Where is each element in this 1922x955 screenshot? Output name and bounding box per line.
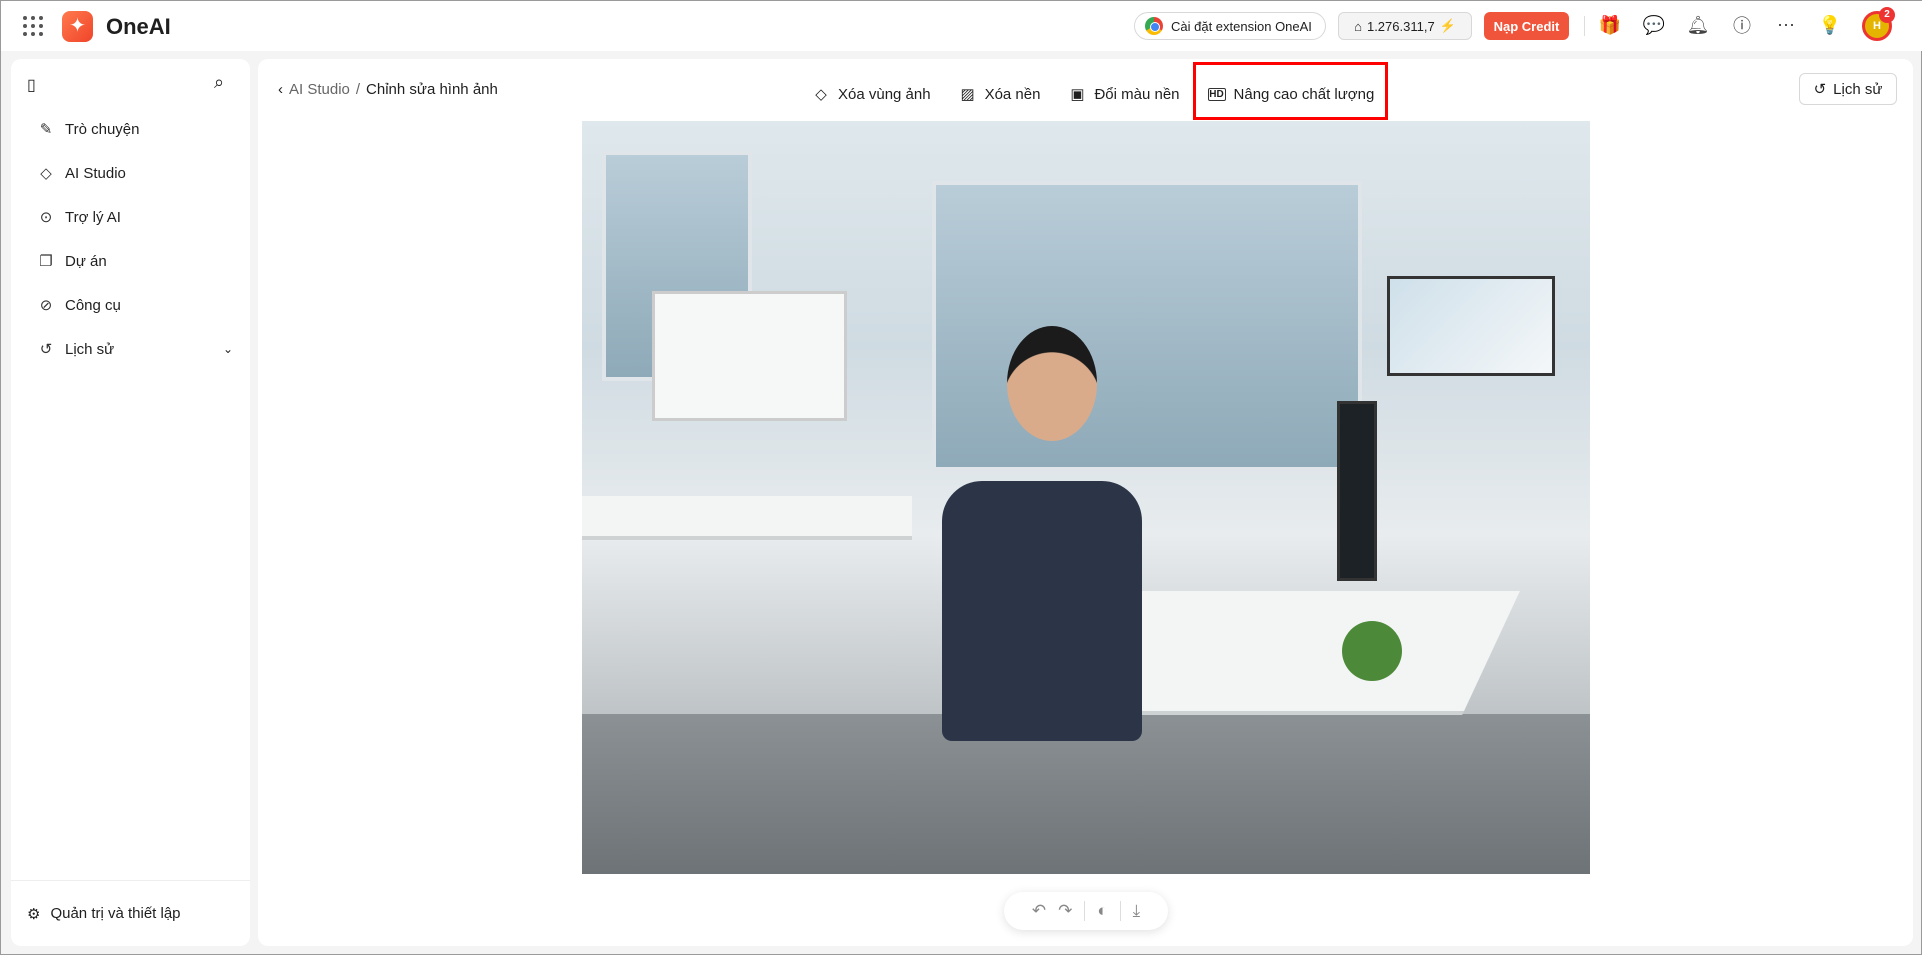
bot-icon: ⊙ xyxy=(39,209,53,226)
back-chevron-icon[interactable]: ‹ xyxy=(278,81,283,98)
tool-change-background-color[interactable]: ▣ Đổi màu nền xyxy=(1054,79,1193,109)
sidebar-item-tools[interactable]: ⊘ Công cụ xyxy=(25,290,239,320)
idea-icon[interactable]: 💡 xyxy=(1818,13,1842,37)
breadcrumb-parent[interactable]: AI Studio xyxy=(289,81,350,98)
hatch-icon: ▨ xyxy=(960,86,975,103)
history-label: Lịch sử xyxy=(1833,80,1883,98)
install-extension-button[interactable]: Cài đặt extension OneAI xyxy=(1134,12,1326,40)
sidebar-item-label: Lịch sử xyxy=(65,340,115,358)
image-controls: ↶ ↷ ◐ ⤓ xyxy=(1004,892,1168,930)
bolt-icon: ⚡ xyxy=(1439,18,1456,33)
folders-icon: ❐ xyxy=(39,253,53,270)
sidebar-item-assistant[interactable]: ⊙ Trợ lý AI xyxy=(25,202,239,232)
sidebar-item-chat[interactable]: ✎ Trò chuyện xyxy=(25,114,239,144)
edit-icon: ✎ xyxy=(39,121,53,138)
more-icon[interactable]: ⋯ xyxy=(1774,13,1798,37)
divider xyxy=(1584,16,1585,36)
history-button[interactable]: ↺ Lịch sử xyxy=(1799,73,1897,105)
sidebar-item-label: Trò chuyện xyxy=(65,120,140,138)
history-icon: ↺ xyxy=(39,341,53,358)
divider xyxy=(1084,901,1086,921)
credit-value: 1.276.311,7 xyxy=(1366,18,1435,34)
credit-balance[interactable]: ⌂ 1.276.311,7 ⚡ xyxy=(1338,12,1472,40)
apps-grid-icon[interactable] xyxy=(23,16,43,36)
topup-credit-button[interactable]: Nạp Credit xyxy=(1484,12,1569,40)
whiteboard xyxy=(652,291,847,421)
main-panel: ‹ AI Studio / Chỉnh sửa hình ảnh ◇ Xóa vù… xyxy=(258,59,1913,946)
redo-icon[interactable]: ↷ xyxy=(1058,901,1072,921)
download-icon[interactable]: ⤓ xyxy=(1133,901,1141,921)
tool-remove-background[interactable]: ▨ Xóa nền xyxy=(945,79,1055,109)
top-bar: ✦ OneAI Cài đặt extension OneAI ⌂ 1.276.3… xyxy=(1,1,1922,51)
breadcrumb: ‹ AI Studio / Chỉnh sửa hình ảnh xyxy=(278,81,498,98)
sidebar-toggle-icon[interactable]: ▯ xyxy=(27,75,36,95)
desk xyxy=(582,496,912,536)
divider xyxy=(1119,901,1121,921)
history-icon: ↺ xyxy=(1813,81,1827,98)
sidebar: ▯ ⌕ ✎ Trò chuyện ◇ AI Studio ⊙ Trợ lý AI ❐ D… xyxy=(11,59,250,946)
eraser-icon: ◇ xyxy=(815,86,827,103)
sidebar-item-label: AI Studio xyxy=(65,164,126,182)
sidebar-item-label: Trợ lý AI xyxy=(65,208,121,226)
settings-button[interactable]: ⚙ Quản trị và thiết lập xyxy=(11,880,250,946)
tool-erase-area[interactable]: ◇ Xóa vùng ảnh xyxy=(798,79,945,109)
monitor xyxy=(1337,401,1377,581)
plant xyxy=(1342,621,1402,681)
wall-monitor xyxy=(1387,276,1555,376)
edited-image xyxy=(582,121,1590,874)
sidebar-item-label: Dự án xyxy=(65,252,107,270)
highlight-box xyxy=(1193,62,1388,120)
oneai-logo-icon[interactable]: ✦ xyxy=(62,11,93,42)
person xyxy=(942,481,1142,741)
search-icon[interactable]: ⌕ xyxy=(214,72,224,93)
building-icon: ⌂ xyxy=(1354,18,1362,34)
bell-icon[interactable]: 🔔︎ xyxy=(1686,13,1710,37)
window xyxy=(932,181,1362,471)
sidebar-item-projects[interactable]: ❐ Dự án xyxy=(25,246,239,276)
tool-label: Đổi màu nền xyxy=(1094,85,1180,103)
breadcrumb-current: Chỉnh sửa hình ảnh xyxy=(366,81,498,98)
brand-name: OneAI xyxy=(106,14,171,39)
compass-icon: ⊘ xyxy=(39,297,53,314)
gear-icon: ⚙ xyxy=(27,905,41,923)
sidebar-item-history[interactable]: ↺ Lịch sử ⌄ xyxy=(25,334,239,364)
extension-label: Cài đặt extension OneAI xyxy=(1171,18,1312,34)
sidebar-item-ai-studio[interactable]: ◇ AI Studio xyxy=(25,158,239,188)
help-icon[interactable]: ⓘ xyxy=(1730,13,1754,37)
undo-icon[interactable]: ↶ xyxy=(1032,901,1046,921)
chat-bubble-icon[interactable]: 💬 xyxy=(1642,13,1666,37)
person-head xyxy=(1007,326,1097,441)
tool-label: Xóa vùng ảnh xyxy=(838,85,931,103)
studio-icon: ◇ xyxy=(40,165,52,182)
chevron-down-icon[interactable]: ⌄ xyxy=(223,342,233,356)
tool-label: Xóa nền xyxy=(984,85,1041,103)
notification-badge: 2 xyxy=(1879,7,1895,23)
compare-icon[interactable]: ◐ xyxy=(1097,901,1107,921)
image-edit-icon: ▣ xyxy=(1070,86,1085,103)
settings-label: Quản trị và thiết lập xyxy=(50,905,181,922)
chrome-icon xyxy=(1145,17,1163,35)
gift-icon[interactable]: 🎁 xyxy=(1598,13,1622,37)
breadcrumb-separator: / xyxy=(355,81,361,98)
sidebar-item-label: Công cụ xyxy=(65,296,121,314)
